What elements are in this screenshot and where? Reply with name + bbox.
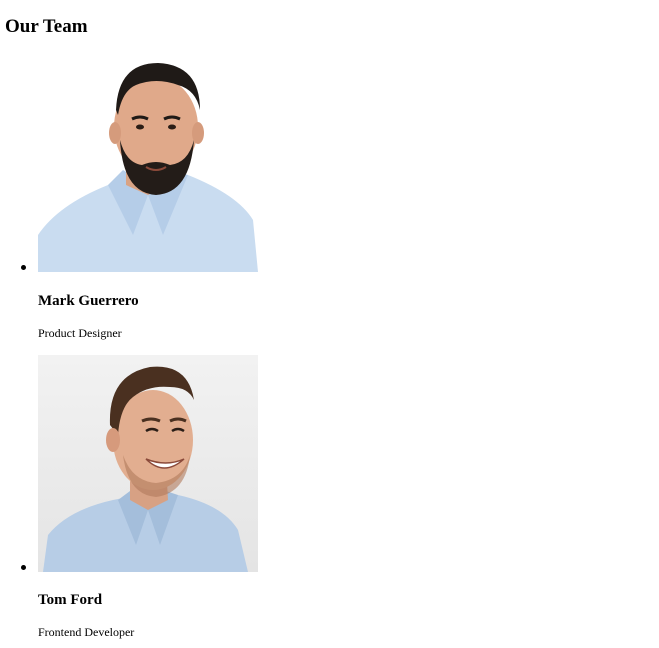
bullet-icon [21, 565, 26, 570]
member-name: Mark Guerrero [38, 293, 139, 309]
member-role: Product Designer [38, 326, 122, 340]
member-photo [38, 355, 258, 572]
portrait-man-beard-icon [38, 55, 258, 272]
team-member-card: Tom Ford Frontend Developer [38, 355, 318, 639]
member-name: Tom Ford [38, 592, 103, 608]
team-member-card: Mark Guerrero Product Designer [38, 55, 318, 340]
portrait-man-smiling-icon [38, 355, 258, 572]
bullet-icon [21, 265, 26, 270]
member-role: Frontend Developer [38, 625, 135, 639]
member-photo [38, 55, 258, 272]
page-title: Our Team [5, 16, 88, 37]
team-page: Our Team Mark Guerrero Product Designer … [0, 0, 659, 648]
